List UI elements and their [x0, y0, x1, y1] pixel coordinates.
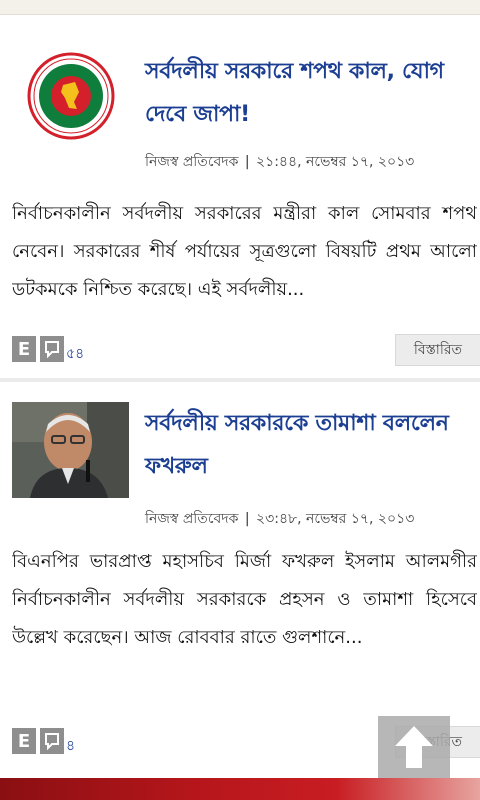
byline: নিজস্ব প্রতিবেদক | ২১:৪৪, নভেম্বর ১৭, ২০… [145, 150, 414, 174]
seal-icon [27, 52, 114, 140]
timestamp: ২৩:৪৮, নভেম্বর ১৭, ২০১৩ [256, 511, 415, 527]
byline-separator: | [244, 511, 250, 527]
headline[interactable]: সর্বদলীয় সরকারে শপথ কাল, যোগ দেবে জাপা! [145, 50, 475, 136]
author: নিজস্ব প্রতিবেদক [145, 154, 239, 170]
person-photo[interactable] [12, 402, 129, 498]
government-seal-logo[interactable] [12, 48, 129, 144]
action-bar: E ৫৪ বিস্তারিত [0, 332, 480, 368]
comment-icon[interactable] [40, 336, 64, 362]
portrait-image [12, 402, 129, 498]
comment-icon[interactable] [40, 728, 64, 754]
arrow-up-icon [395, 726, 433, 768]
timestamp: ২১:৪৪, নভেম্বর ১৭, ২০১৩ [256, 154, 415, 170]
comment-count: ৪ [66, 738, 76, 754]
headline[interactable]: সর্বদলীয় সরকারকে তামাশা বললেন ফখরুল [145, 402, 475, 488]
bottom-banner [0, 778, 480, 800]
author: নিজস্ব প্রতিবেদক [145, 511, 239, 527]
summary[interactable]: নির্বাচনকালীন সর্বদলীয় সরকারের মন্ত্রীর… [12, 195, 477, 313]
top-strip [0, 0, 480, 15]
divider [0, 378, 480, 382]
e-button[interactable]: E [12, 728, 36, 754]
byline-separator: | [244, 154, 250, 170]
summary[interactable]: বিএনপির ভারপ্রাপ্ত মহাসচিব মির্জা ফখরুল … [12, 543, 477, 703]
byline: নিজস্ব প্রতিবেদক | ২৩:৪৮, নভেম্বর ১৭, ২০… [145, 507, 414, 531]
comment-count: ৫৪ [66, 346, 85, 362]
details-button[interactable]: বিস্তারিত [395, 334, 480, 366]
scroll-to-top-button[interactable] [378, 716, 450, 778]
e-button[interactable]: E [12, 336, 36, 362]
